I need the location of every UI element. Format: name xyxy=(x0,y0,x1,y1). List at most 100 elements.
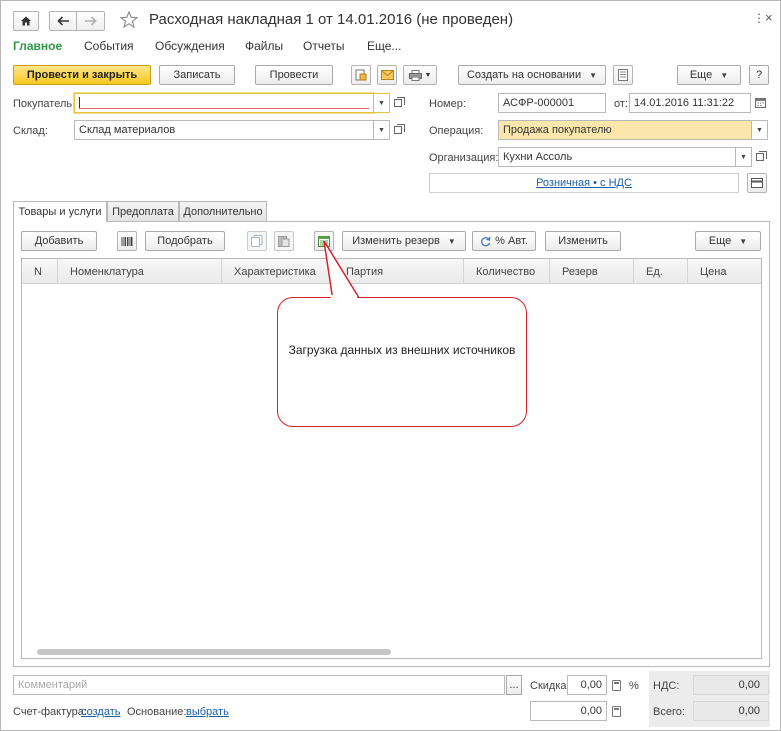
chevron-down-icon: ▼ xyxy=(589,70,598,80)
warehouse-field[interactable]: Склад материалов xyxy=(74,120,374,140)
table-more-label: Еще xyxy=(708,235,732,247)
table-more-button[interactable]: Еще ▼ xyxy=(695,231,761,251)
organization-field[interactable]: Кухни Ассоль xyxy=(498,147,736,167)
copy-button[interactable] xyxy=(247,231,267,251)
create-based-on-button[interactable]: Создать на основании ▼ xyxy=(458,65,606,85)
column-header-quantity[interactable]: Количество xyxy=(464,259,550,284)
chevron-down-icon: ▼ xyxy=(739,236,748,246)
save-button[interactable]: Записать xyxy=(159,65,235,85)
warehouse-label: Склад: xyxy=(13,125,48,137)
more-button[interactable]: Еще ▼ xyxy=(677,65,741,85)
home-icon xyxy=(21,16,31,26)
nav-reports[interactable]: Отчеты xyxy=(303,39,344,53)
column-header-reserve[interactable]: Резерв xyxy=(550,259,634,284)
price-type-box: Розничная • с НДС xyxy=(429,173,739,193)
buyer-field[interactable] xyxy=(74,93,374,113)
barcode-icon xyxy=(121,236,133,246)
related-documents-button[interactable] xyxy=(613,65,633,85)
arrow-left-icon xyxy=(56,16,69,26)
tab-goods-services[interactable]: Товары и услуги xyxy=(13,201,107,222)
date-field[interactable]: 14.01.2016 11:31:22 xyxy=(629,93,751,113)
organization-open-button[interactable] xyxy=(753,147,767,167)
copy-icon xyxy=(251,235,263,247)
operation-field[interactable]: Продажа покупателю xyxy=(498,120,752,140)
nav-main[interactable]: Главное xyxy=(13,39,62,53)
number-label: Номер: xyxy=(429,98,466,110)
comment-field[interactable]: Комментарий xyxy=(13,675,505,695)
envelope-icon xyxy=(380,70,394,80)
total-label: Всего: xyxy=(653,706,685,718)
column-header-price[interactable]: Цена xyxy=(688,259,761,284)
close-icon[interactable]: × xyxy=(765,10,773,25)
window-title: Расходная накладная 1 от 14.01.2016 (не … xyxy=(149,11,514,28)
email-button[interactable] xyxy=(377,65,397,85)
tab-prepayment[interactable]: Предоплата xyxy=(107,201,179,221)
buyer-dropdown-button[interactable]: ▼ xyxy=(374,93,390,113)
comment-expand-button[interactable]: ... xyxy=(506,675,522,695)
calculator-icon xyxy=(611,679,621,691)
scrollbar-thumb[interactable] xyxy=(37,649,391,655)
organization-label: Организация: xyxy=(429,152,499,164)
barcode-button[interactable] xyxy=(117,231,137,251)
price-settings-button[interactable] xyxy=(747,173,767,193)
nav-more[interactable]: Еще... xyxy=(367,39,401,53)
horizontal-scrollbar[interactable] xyxy=(23,648,760,656)
paste-button[interactable] xyxy=(274,231,294,251)
buyer-label: Покупатель: xyxy=(13,98,76,110)
calendar-icon xyxy=(754,98,766,108)
organization-dropdown-button[interactable]: ▼ xyxy=(736,147,752,167)
discount-label: Скидка: xyxy=(530,680,570,692)
nav-files[interactable]: Файлы xyxy=(245,39,283,53)
forward-button[interactable] xyxy=(77,11,105,31)
warehouse-open-button[interactable] xyxy=(391,120,405,140)
tab-additional[interactable]: Дополнительно xyxy=(179,201,267,221)
back-button[interactable] xyxy=(49,11,77,31)
operation-dropdown-button[interactable]: ▼ xyxy=(752,120,768,140)
basis-select-link[interactable]: выбрать xyxy=(186,706,229,718)
table-header: N Номенклатура Характеристика Партия Кол… xyxy=(22,259,761,284)
auto-discount-label: % Авт. xyxy=(495,235,528,247)
favorite-star-icon[interactable] xyxy=(119,10,139,33)
chevron-down-icon: ▼ xyxy=(378,126,385,134)
home-button[interactable] xyxy=(13,11,39,31)
price-type-link[interactable]: Розничная • с НДС xyxy=(536,177,632,189)
window-menu-icon[interactable]: ⋮ xyxy=(753,11,765,25)
document-icon xyxy=(618,69,628,81)
print-button[interactable]: ▼ xyxy=(403,65,437,85)
more-label: Еще xyxy=(689,69,713,81)
column-header-characteristic[interactable]: Характеристика xyxy=(222,259,334,284)
column-header-unit[interactable]: Ед. xyxy=(634,259,688,284)
calculator-icon xyxy=(611,705,621,717)
printer-icon xyxy=(408,69,422,81)
chevron-down-icon: ▼ xyxy=(756,126,763,134)
arrow-right-icon xyxy=(85,16,97,26)
structure-button[interactable] xyxy=(351,65,371,85)
help-button[interactable]: ? xyxy=(749,65,769,85)
document-window: Расходная накладная 1 от 14.01.2016 (не … xyxy=(0,0,781,731)
warehouse-dropdown-button[interactable]: ▼ xyxy=(374,120,390,140)
callout-joint xyxy=(331,295,357,301)
discount-field[interactable]: 0,00 xyxy=(567,675,607,695)
sum-calculator-button[interactable] xyxy=(608,701,624,721)
invoice-create-link[interactable]: создать xyxy=(81,706,120,718)
chevron-down-icon: ▼ xyxy=(424,71,432,79)
nav-events[interactable]: События xyxy=(84,39,134,53)
sum-field[interactable]: 0,00 xyxy=(530,701,607,721)
calendar-button[interactable] xyxy=(752,93,768,113)
change-button[interactable]: Изменить xyxy=(545,231,621,251)
pick-button[interactable]: Подобрать xyxy=(145,231,225,251)
auto-discount-button[interactable]: % Авт. xyxy=(472,231,536,251)
operation-label: Операция: xyxy=(429,125,484,137)
number-field[interactable]: АСФР-000001 xyxy=(498,93,606,113)
date-from-label: от: xyxy=(614,98,628,110)
vat-label: НДС: xyxy=(653,680,680,692)
column-header-n[interactable]: N xyxy=(22,259,58,284)
post-button[interactable]: Провести xyxy=(255,65,333,85)
add-row-button[interactable]: Добавить xyxy=(21,231,97,251)
buyer-open-button[interactable] xyxy=(391,93,405,113)
nav-discussions[interactable]: Обсуждения xyxy=(155,39,225,53)
open-window-icon xyxy=(756,151,767,161)
post-and-close-button[interactable]: Провести и закрыть xyxy=(13,65,151,85)
column-header-nomenclature[interactable]: Номенклатура xyxy=(58,259,222,284)
discount-calculator-button[interactable] xyxy=(608,675,624,695)
